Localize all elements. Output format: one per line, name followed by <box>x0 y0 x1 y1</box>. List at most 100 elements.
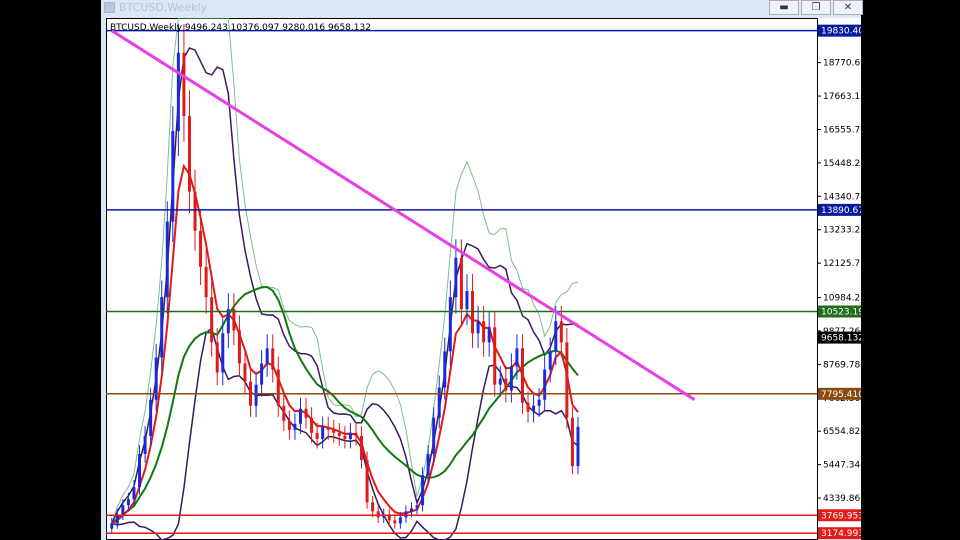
level-price-label: 3769.953 <box>821 511 861 521</box>
candle-body <box>398 517 402 524</box>
level-price-label: 10523.195 <box>821 307 861 317</box>
level-price-label: 19830.406 <box>821 27 861 37</box>
candle-body <box>476 321 480 334</box>
candle-body <box>293 423 297 430</box>
candle-body <box>537 399 541 406</box>
restore-button[interactable]: ❐ <box>801 0 831 15</box>
minimize-button[interactable]: ▬ <box>769 0 799 15</box>
candle-body <box>315 432 319 439</box>
candle-body <box>210 297 214 343</box>
candle-body <box>176 52 180 132</box>
candle-body <box>554 321 558 352</box>
y-tick-label: 18770.660 <box>823 59 861 69</box>
candle-body <box>132 487 136 500</box>
candle-body <box>237 330 241 364</box>
y-tick-label: 12125.780 <box>823 259 861 269</box>
candle-body <box>576 426 580 467</box>
chart-window-icon <box>104 2 115 13</box>
candle-body <box>304 408 308 418</box>
candle-body <box>110 523 114 529</box>
candle-body <box>548 351 552 370</box>
candle-body <box>520 348 524 403</box>
candle-body <box>243 363 247 382</box>
candle-body <box>526 402 530 412</box>
candle-body <box>165 221 169 298</box>
y-tick-label: 13233.260 <box>823 226 861 236</box>
candle-body <box>332 429 336 433</box>
candle-body <box>265 348 269 364</box>
candle-body <box>149 399 153 436</box>
candle-body <box>171 131 175 222</box>
candle-body <box>287 420 291 430</box>
candle-body <box>565 342 569 418</box>
candle-body <box>221 333 225 373</box>
candle-body <box>515 348 519 367</box>
candle-body <box>199 230 203 267</box>
candle-body <box>260 363 264 385</box>
candle-body <box>126 499 130 506</box>
candle-body <box>443 351 447 388</box>
candle-body <box>409 508 413 512</box>
candle-body <box>559 321 563 343</box>
candle-body <box>254 384 258 406</box>
candle-body <box>498 378 502 385</box>
restore-icon: ❐ <box>811 2 821 13</box>
candle-body <box>321 426 325 439</box>
chart-area[interactable]: 18770.660 17663.180 16555.700 15448.220 1434… <box>106 18 861 540</box>
candle-body <box>193 191 197 231</box>
candle-body <box>160 297 164 358</box>
candle-body <box>276 369 280 406</box>
price-chart[interactable]: 18770.660 17663.180 16555.700 15448.220 1434… <box>106 18 861 540</box>
candle-body <box>348 432 352 439</box>
candle-body <box>215 342 219 373</box>
candle-body <box>532 405 536 412</box>
candle-body <box>337 432 341 436</box>
candle-body <box>570 417 574 467</box>
candle-body <box>504 378 508 391</box>
y-tick-label: 5447.340 <box>823 461 861 471</box>
minimize-icon: ▬ <box>779 2 789 13</box>
level-price-label: 13890.676 <box>821 206 861 216</box>
level-price-label: 3174.993 <box>821 529 861 539</box>
candle-body <box>437 387 441 418</box>
candle-body <box>432 417 436 455</box>
candle-body <box>376 511 380 518</box>
candle-body <box>426 454 430 476</box>
y-tick-label: 6554.820 <box>823 427 861 437</box>
candle-body <box>459 257 463 310</box>
y-tick-label: 4339.860 <box>823 494 861 504</box>
candle-body <box>487 327 491 343</box>
y-tick-label: 17663.180 <box>823 92 861 102</box>
candle-body <box>404 511 408 518</box>
candle-body <box>371 502 375 512</box>
candle-body <box>271 348 275 370</box>
window-titlebar[interactable]: BTCUSD,Weekly ▬ ❐ ✕ <box>101 0 863 16</box>
candle-body <box>465 291 469 310</box>
y-tick-label: 16555.700 <box>823 125 861 135</box>
y-tick-label: 15448.220 <box>823 159 861 169</box>
level-price-label: 7795.410 <box>821 390 861 400</box>
chart-window: BTCUSD,Weekly ▬ ❐ ✕ 18770.660 17663.180 16… <box>101 0 863 540</box>
candle-body <box>393 520 397 524</box>
candle-body <box>226 309 230 334</box>
candle-body <box>448 297 452 352</box>
candle-body <box>493 327 497 385</box>
candle-body <box>343 435 347 439</box>
current-price-label: 9658.132 <box>821 334 861 344</box>
close-icon: ✕ <box>843 2 853 13</box>
close-button[interactable]: ✕ <box>833 0 863 15</box>
candle-body <box>232 309 236 331</box>
candle-body <box>360 435 364 461</box>
candle-body <box>415 505 419 509</box>
y-tick-label: 10984.270 <box>823 294 861 304</box>
candle-body <box>421 475 425 506</box>
candle-body <box>121 505 125 515</box>
y-tick-label: 14340.740 <box>823 192 861 202</box>
candle-body <box>298 408 302 424</box>
candle-body <box>326 426 330 430</box>
candle-body <box>143 435 147 455</box>
candle-body <box>543 369 547 400</box>
candle-body <box>482 321 486 343</box>
candle-body <box>310 417 314 433</box>
candle-body <box>354 432 358 436</box>
